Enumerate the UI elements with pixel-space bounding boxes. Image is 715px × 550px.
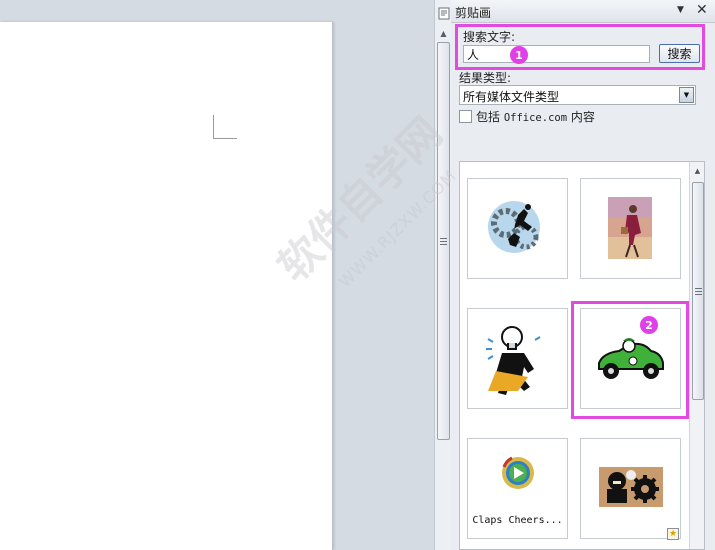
scroll-thumb[interactable]: [437, 42, 450, 440]
gear-silhouette-icon: [599, 467, 663, 507]
include-office-text: Office.com: [503, 112, 568, 124]
close-icon[interactable]: ✕: [696, 2, 708, 18]
scroll-up-arrow-icon[interactable]: ▲: [690, 164, 704, 178]
search-label: 搜索文字:: [463, 30, 516, 44]
woman-walking-icon: [608, 197, 652, 259]
result-type-value: 所有媒体文件类型: [463, 90, 560, 104]
clipart-woman-walking[interactable]: [580, 178, 681, 279]
clipart-lightbulb-man[interactable]: [467, 308, 568, 409]
include-prefix: 包括: [476, 110, 504, 124]
clipart-label: Claps Cheers...: [472, 515, 563, 526]
pane-title: 剪贴画: [455, 6, 492, 20]
clipart-results: Claps Cheers... ★ 2 ▲: [459, 161, 705, 550]
pane-header: 剪贴画 ▼ ✕: [451, 0, 715, 23]
star-icon: ★: [667, 528, 679, 540]
chevron-down-icon[interactable]: ▼: [679, 87, 694, 103]
document-area: [0, 0, 434, 550]
claps-cheers-icon: [502, 456, 534, 489]
document-page[interactable]: [0, 22, 333, 550]
grip-icon: [694, 287, 702, 295]
ruler-toggle-icon[interactable]: [435, 4, 452, 22]
lightbulb-man-icon: [486, 326, 541, 395]
pane-options-icon[interactable]: ▼: [677, 5, 684, 15]
grip-icon: [440, 237, 447, 245]
include-suffix: 内容: [567, 110, 595, 124]
results-scrollbar[interactable]: ▲: [689, 162, 704, 549]
step-badge-1: 1: [510, 46, 528, 64]
gears-people-icon: [488, 201, 540, 253]
search-highlight-box: 搜索文字: 1 搜索: [455, 24, 705, 70]
result-type-label: 结果类型:: [459, 71, 512, 85]
clipart-gears-people[interactable]: [467, 178, 568, 279]
include-office-label: 包括 Office.com 内容: [476, 108, 595, 125]
step-badge-2: 2: [640, 316, 658, 334]
search-button[interactable]: 搜索: [659, 44, 700, 63]
search-input[interactable]: [463, 45, 650, 63]
document-scrollbar[interactable]: ▲: [434, 0, 451, 550]
clipart-task-pane: 剪贴画 ▼ ✕ 搜索文字: 1 搜索 结果类型: 所有媒体文件类型 ▼ 包括 O…: [451, 0, 715, 550]
include-office-row[interactable]: 包括 Office.com 内容: [459, 108, 595, 125]
selection-highlight-box: [571, 301, 689, 419]
results-scroll-thumb[interactable]: [692, 182, 704, 400]
result-type-select[interactable]: 所有媒体文件类型 ▼: [459, 85, 696, 105]
clipart-claps-cheers[interactable]: Claps Cheers...: [467, 438, 568, 539]
margin-corner-mark: [213, 115, 237, 139]
scroll-up-arrow-icon[interactable]: ▲: [435, 26, 452, 40]
clipart-gear-silhouette[interactable]: [580, 438, 681, 539]
include-office-checkbox[interactable]: [459, 110, 472, 123]
